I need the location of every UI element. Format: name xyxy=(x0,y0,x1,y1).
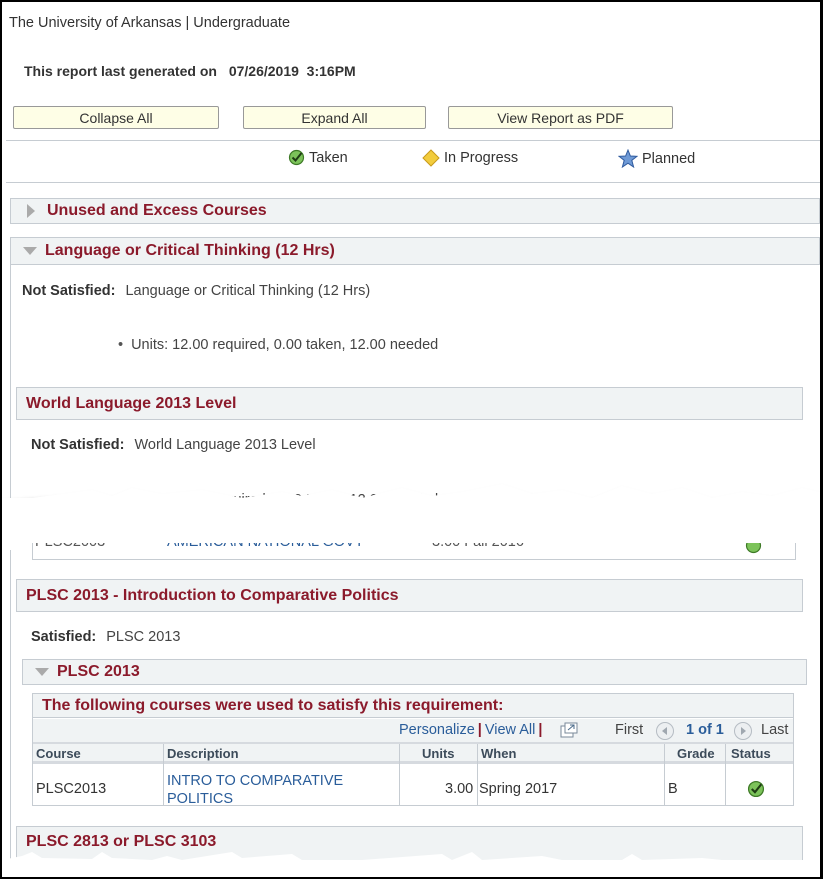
legend-in-progress: In Progress xyxy=(422,149,518,167)
grade-cell: B xyxy=(668,781,678,797)
col-status[interactable]: Status xyxy=(731,746,771,761)
col-grade[interactable]: Grade xyxy=(677,746,715,761)
personalize-link[interactable]: Personalize xyxy=(399,722,475,738)
planned-star-icon xyxy=(618,149,638,168)
legend-planned: Planned xyxy=(618,149,695,168)
generated-date: 07/26/2019 3:16PM xyxy=(228,63,356,79)
previous-page-icon[interactable] xyxy=(655,721,675,741)
degree-audit-page: The University of Arkansas | Undergradua… xyxy=(2,2,820,877)
col-description[interactable]: Description xyxy=(167,746,239,761)
language-status: Not Satisfied: Language or Critical Think… xyxy=(22,283,371,299)
new-window-icon[interactable] xyxy=(560,722,578,738)
section-title: PLSC 2813 or PLSC 3103 xyxy=(26,833,217,850)
expand-arrow-icon[interactable] xyxy=(27,204,35,218)
first-link[interactable]: First xyxy=(615,722,643,738)
taken-check-icon xyxy=(288,149,305,166)
view-all-link[interactable]: View All xyxy=(485,722,536,738)
view-pdf-button[interactable]: View Report as PDF xyxy=(448,106,673,129)
units-cell: 3.00 xyxy=(445,781,474,797)
section-language-critical-thinking[interactable]: Language or Critical Thinking (12 Hrs) xyxy=(10,237,820,265)
taken-check-icon xyxy=(745,543,762,554)
status-legend: Taken In Progress Planned xyxy=(6,140,820,183)
course-cell: PLSC2013 xyxy=(36,781,107,797)
legend-in-progress-label: In Progress xyxy=(444,150,519,166)
last-link[interactable]: Last xyxy=(761,722,788,738)
page-indicator: 1 of 1 xyxy=(686,722,724,738)
grid-title: The following courses were used to satis… xyxy=(33,694,793,718)
section-title: PLSC 2013 - Introduction to Comparative … xyxy=(26,586,399,604)
taken-check-icon xyxy=(747,780,765,798)
world-language-status: Not Satisfied: World Language 2013 Level xyxy=(31,437,316,453)
report-generated-line: This report last generated on 07/26/2019… xyxy=(24,63,356,79)
when-cell: Spring 2017 xyxy=(479,781,558,797)
torn-edge xyxy=(2,484,820,550)
courses-grid: The following courses were used to satis… xyxy=(32,693,794,808)
subsection-title: PLSC 2013 xyxy=(57,663,140,680)
plsc-2013-status: Satisfied: PLSC 2013 xyxy=(31,629,181,645)
collapse-all-button[interactable]: Collapse All xyxy=(13,106,219,129)
collapse-arrow-icon[interactable] xyxy=(23,247,37,255)
torn-course-row: PLSC2003 AMERICAN NATIONAL GOVT 3.00 Fal… xyxy=(32,543,796,560)
generated-label: This report last generated on xyxy=(24,63,217,79)
section-title: Language or Critical Thinking (12 Hrs) xyxy=(45,242,335,259)
collapse-arrow-icon[interactable] xyxy=(35,668,49,676)
next-page-icon[interactable] xyxy=(733,721,753,741)
col-units[interactable]: Units xyxy=(422,746,455,761)
expand-all-button[interactable]: Expand All xyxy=(243,106,426,129)
legend-taken: Taken xyxy=(288,149,348,166)
col-when[interactable]: When xyxy=(481,746,516,761)
section-world-language: World Language 2013 Level xyxy=(16,387,803,420)
col-course[interactable]: Course xyxy=(36,746,81,761)
section-title: World Language 2013 Level xyxy=(26,394,237,412)
legend-taken-label: Taken xyxy=(309,149,348,166)
institution-title: The University of Arkansas | Undergradua… xyxy=(9,15,291,31)
legend-planned-label: Planned xyxy=(642,150,696,167)
description-link[interactable]: INTRO TO COMPARATIVE POLITICS xyxy=(167,772,343,808)
subsection-plsc-2013[interactable]: PLSC 2013 xyxy=(22,659,807,685)
section-title: Unused and Excess Courses xyxy=(47,202,267,219)
section-plsc-2013: PLSC 2013 - Introduction to Comparative … xyxy=(16,579,803,612)
section-border-left xyxy=(10,265,11,877)
torn-edge-bottom xyxy=(2,852,820,877)
grid-nav-bar: Personalize | View All | First 1 of 1 Last xyxy=(33,719,793,744)
language-units: Units: 12.00 required, 0.00 taken, 12.00… xyxy=(118,337,438,353)
in-progress-diamond-icon xyxy=(422,149,440,167)
section-unused-courses[interactable]: Unused and Excess Courses xyxy=(10,198,820,224)
